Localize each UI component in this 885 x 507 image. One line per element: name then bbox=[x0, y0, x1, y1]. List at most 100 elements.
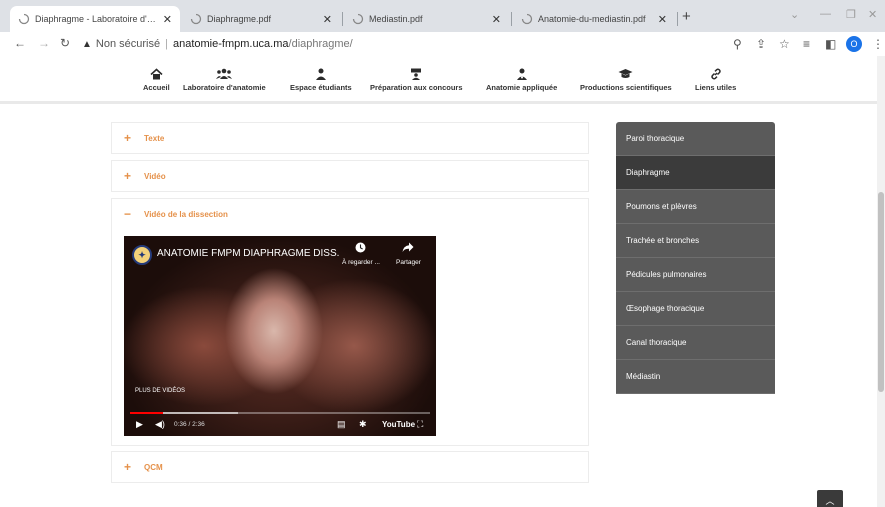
close-window-icon[interactable]: ✕ bbox=[868, 8, 877, 21]
share-label: Partager bbox=[396, 259, 421, 266]
accordion-header-texte[interactable]: + Texte bbox=[112, 123, 588, 153]
browser-tab-diaphragme[interactable]: Diaphragme - Laboratoire d'anat ✕ bbox=[10, 6, 180, 32]
side-item-pedicules-pulmonaires[interactable]: Pédicules pulmonaires bbox=[616, 258, 775, 292]
nav-label: Espace étudiants bbox=[290, 83, 352, 92]
watch-later-button[interactable]: À regarder ... bbox=[342, 242, 380, 266]
expand-icon: + bbox=[124, 169, 132, 183]
nav-item-accueil[interactable]: Accueil bbox=[143, 68, 170, 92]
back-icon[interactable]: ← bbox=[14, 36, 26, 50]
side-item-poumons-plevres[interactable]: Poumons et plèvres bbox=[616, 190, 775, 224]
browser-tab-strip: Diaphragme - Laboratoire d'anat ✕ Diaphr… bbox=[0, 0, 885, 32]
chevron-up-icon: ︿ bbox=[825, 495, 835, 506]
close-tab-icon[interactable]: ✕ bbox=[658, 13, 667, 26]
video-progress-bar[interactable] bbox=[130, 412, 430, 414]
tab-search-icon[interactable]: ⌄ bbox=[790, 8, 799, 21]
accordion-header-video[interactable]: + Vidéo bbox=[112, 161, 588, 191]
browser-toolbar: ← → ↻ ▲ Non sécurisé | anatomie-fmpm.uca… bbox=[0, 32, 885, 56]
side-item-oesophage-thoracique[interactable]: Œsophage thoracique bbox=[616, 292, 775, 326]
home-icon bbox=[143, 68, 170, 82]
volume-icon[interactable]: ◀) bbox=[155, 419, 165, 430]
doctor-icon bbox=[486, 68, 557, 82]
address-separator: | bbox=[165, 38, 168, 50]
clock-icon bbox=[342, 242, 380, 256]
nav-label: Accueil bbox=[143, 83, 170, 92]
browser-tab-anatomie-mediastin-pdf[interactable]: Anatomie-du-mediastin.pdf ✕ bbox=[513, 6, 675, 32]
subtitles-icon[interactable]: ▤ bbox=[337, 419, 346, 430]
side-item-canal-thoracique[interactable]: Canal thoracique bbox=[616, 326, 775, 360]
close-tab-icon[interactable]: ✕ bbox=[163, 13, 172, 26]
accordion-header-qcm[interactable]: + QCM bbox=[112, 452, 588, 482]
tab-title: Diaphragme.pdf bbox=[207, 14, 272, 24]
played-fill bbox=[130, 412, 163, 414]
accordion-title: Vidéo bbox=[144, 171, 166, 181]
chapter-side-menu: Paroi thoracique Diaphragme Poumons et p… bbox=[616, 122, 775, 394]
graduation-cap-icon bbox=[580, 68, 672, 82]
close-tab-icon[interactable]: ✕ bbox=[323, 13, 332, 26]
more-videos-label[interactable]: PLUS DE VIDÉOS bbox=[135, 388, 185, 394]
nav-item-laboratoire[interactable]: Laboratoire d'anatomie bbox=[183, 68, 266, 92]
browser-tab-diaphragme-pdf[interactable]: Diaphragme.pdf ✕ bbox=[182, 6, 340, 32]
share-arrow-icon bbox=[396, 242, 421, 256]
reading-list-icon[interactable]: ≡ bbox=[803, 37, 810, 51]
teacher-icon bbox=[370, 68, 463, 82]
profile-avatar[interactable]: O bbox=[846, 36, 862, 52]
scrollbar-thumb[interactable] bbox=[878, 192, 884, 392]
nav-label: Productions scientifiques bbox=[580, 83, 672, 92]
expand-icon: + bbox=[124, 131, 132, 145]
fullscreen-icon[interactable]: ⛶ bbox=[417, 419, 423, 430]
new-tab-button[interactable]: + bbox=[682, 8, 691, 25]
loading-icon bbox=[190, 13, 202, 25]
warning-icon: ▲ bbox=[82, 38, 92, 50]
video-frame bbox=[124, 236, 436, 436]
share-button[interactable]: Partager bbox=[396, 242, 421, 266]
watch-later-label: À regarder ... bbox=[342, 259, 380, 266]
minimize-icon[interactable]: — bbox=[820, 8, 831, 20]
side-item-diaphragme[interactable]: Diaphragme bbox=[616, 156, 775, 190]
nav-item-espace-etudiants[interactable]: Espace étudiants bbox=[290, 68, 352, 92]
forward-icon[interactable]: → bbox=[38, 36, 50, 50]
side-item-paroi-thoracique[interactable]: Paroi thoracique bbox=[616, 122, 775, 156]
close-tab-icon[interactable]: ✕ bbox=[492, 13, 501, 26]
loading-icon bbox=[352, 13, 364, 25]
accordion-section-qcm: + QCM bbox=[111, 451, 589, 483]
bookmark-star-icon[interactable]: ☆ bbox=[779, 37, 790, 51]
loading-icon bbox=[18, 13, 30, 25]
accordion-header-video-dissection[interactable]: − Vidéo de la dissection bbox=[112, 199, 588, 229]
nav-item-anatomie-appliquee[interactable]: Anatomie appliquée bbox=[486, 68, 557, 92]
nav-item-liens-utiles[interactable]: Liens utiles bbox=[695, 68, 736, 92]
nav-label: Préparation aux concours bbox=[370, 83, 463, 92]
side-item-trachee-bronches[interactable]: Trachée et bronches bbox=[616, 224, 775, 258]
restore-icon[interactable]: ❐ bbox=[846, 8, 856, 21]
tab-title: Mediastin.pdf bbox=[369, 14, 423, 24]
nav-label: Anatomie appliquée bbox=[486, 83, 558, 92]
accordion-section-video: + Vidéo bbox=[111, 160, 589, 192]
side-panel-icon[interactable]: ◧ bbox=[825, 37, 836, 51]
menu-icon[interactable]: ⋮ bbox=[872, 37, 884, 51]
expand-icon: + bbox=[124, 460, 132, 474]
accordion-title: QCM bbox=[144, 462, 163, 472]
share-icon[interactable]: ⇪ bbox=[756, 37, 766, 51]
zoom-icon[interactable]: ⚲ bbox=[733, 37, 742, 51]
play-icon[interactable]: ▶ bbox=[136, 419, 143, 430]
channel-logo[interactable]: ✦ bbox=[132, 245, 152, 265]
link-icon bbox=[695, 68, 736, 82]
security-label: Non sécurisé bbox=[95, 38, 161, 50]
accordion-section-texte: + Texte bbox=[111, 122, 589, 154]
accordion-title: Vidéo de la dissection bbox=[144, 209, 228, 219]
browser-tab-mediastin-pdf[interactable]: Mediastin.pdf ✕ bbox=[344, 6, 509, 32]
tab-separator bbox=[342, 12, 343, 26]
side-item-mediastin[interactable]: Médiastin bbox=[616, 360, 775, 394]
address-host: anatomie-fmpm.uca.ma bbox=[172, 38, 289, 50]
site-navigation: Accueil Laboratoire d'anatomie Espace ét… bbox=[0, 56, 885, 104]
settings-gear-icon[interactable]: ✱ bbox=[359, 419, 367, 430]
youtube-logo[interactable]: YouTube bbox=[382, 420, 415, 429]
address-bar[interactable]: ▲ Non sécurisé | anatomie-fmpm.uca.ma /d… bbox=[82, 35, 353, 53]
nav-item-productions-scientifiques[interactable]: Productions scientifiques bbox=[580, 68, 672, 92]
collapse-icon: − bbox=[124, 207, 132, 221]
back-to-top-button[interactable]: ︿ bbox=[817, 490, 843, 507]
video-title[interactable]: ANATOMIE FMPM DIAPHRAGME DISS. bbox=[157, 248, 339, 259]
accordion-title: Texte bbox=[144, 133, 165, 143]
reload-icon[interactable]: ↻ bbox=[60, 36, 70, 50]
video-player[interactable]: ✦ ANATOMIE FMPM DIAPHRAGME DISS. À regar… bbox=[124, 236, 436, 436]
nav-item-preparation-concours[interactable]: Préparation aux concours bbox=[370, 68, 463, 92]
